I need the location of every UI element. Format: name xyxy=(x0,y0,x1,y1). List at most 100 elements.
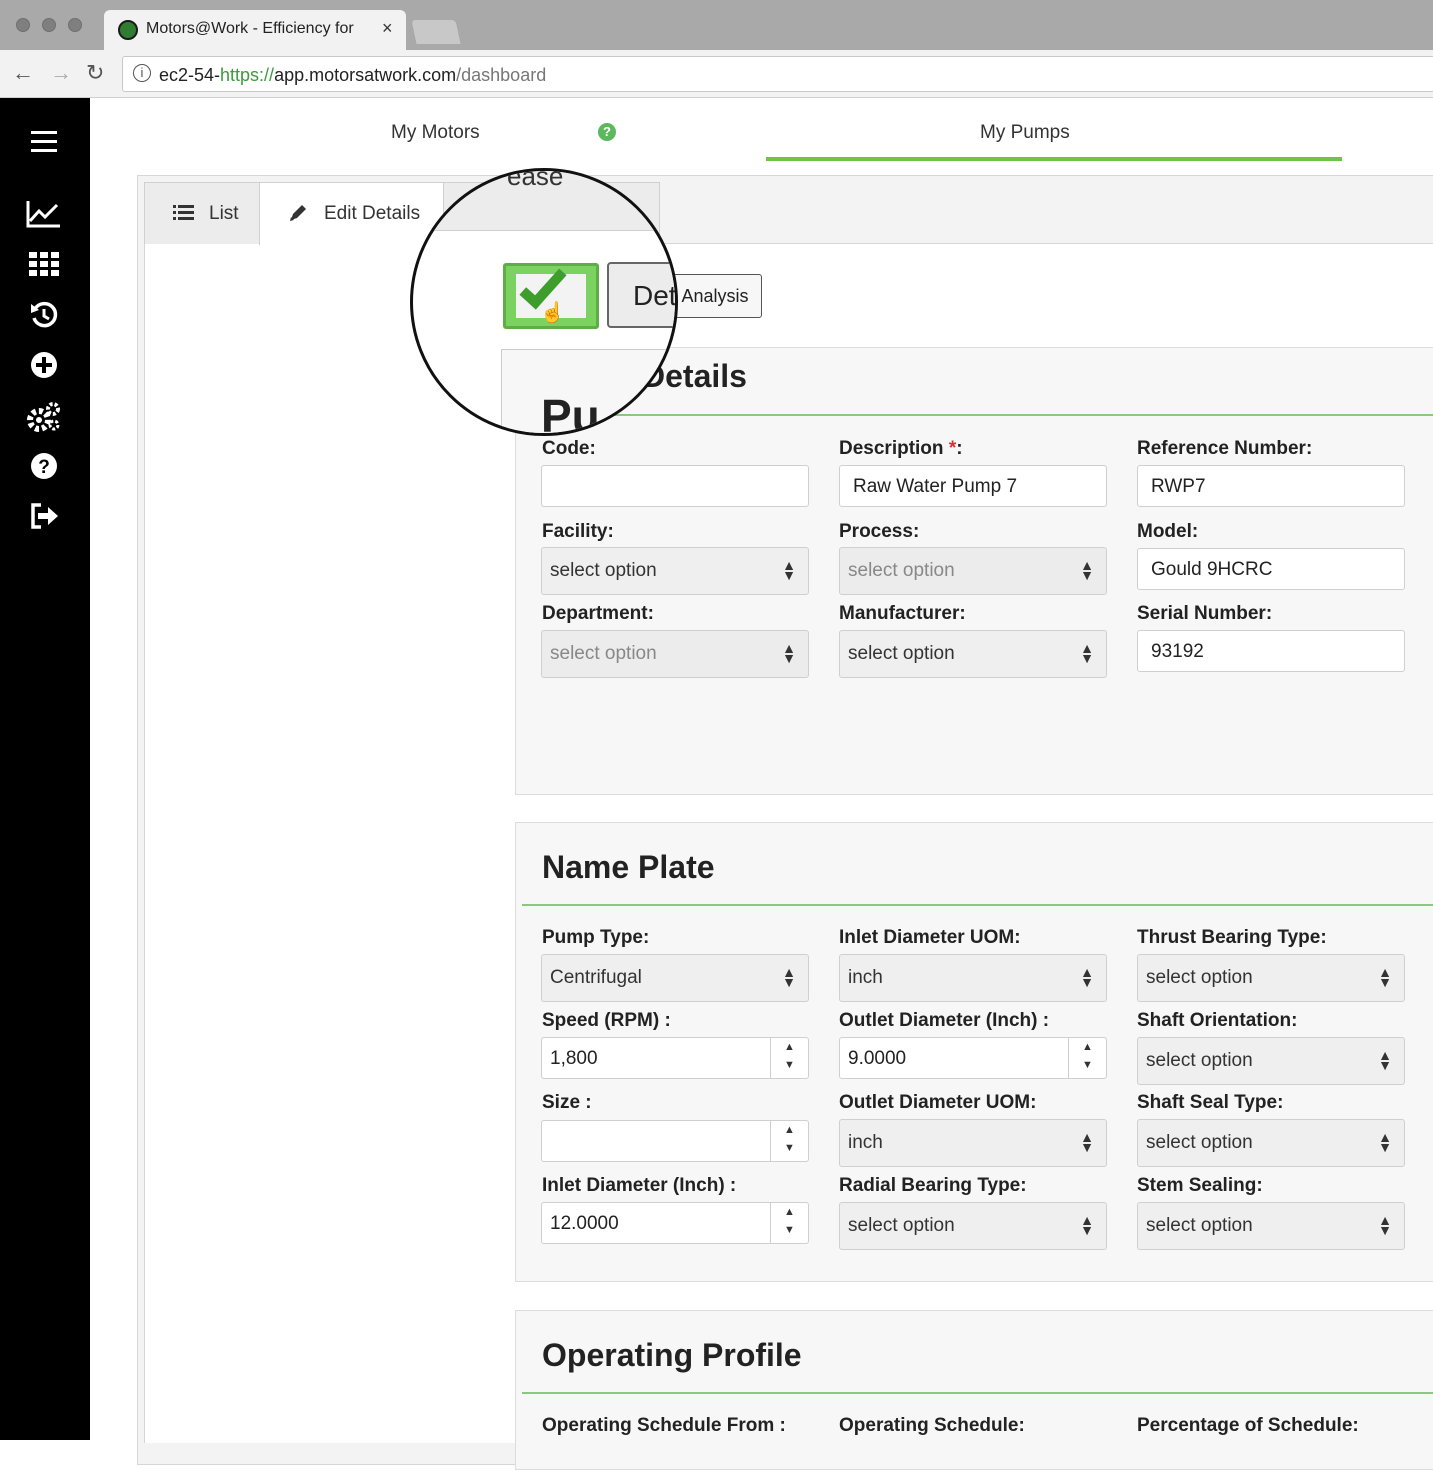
shaft-seal-select[interactable]: select option ▲ ▼ xyxy=(1137,1119,1405,1167)
menu-icon[interactable] xyxy=(26,128,62,164)
select-caret-icon: ▲ ▼ xyxy=(1378,964,1392,990)
history-icon[interactable] xyxy=(26,300,62,336)
serial-number-label: Serial Number: xyxy=(1137,603,1273,624)
shaft-orientation-label: Shaft Orientation: xyxy=(1137,1010,1298,1031)
code-input[interactable] xyxy=(541,465,809,507)
active-tab-underline xyxy=(766,157,1342,161)
grid-icon[interactable] xyxy=(26,250,62,286)
stem-sealing-label: Stem Sealing: xyxy=(1137,1175,1263,1196)
select-caret-icon: ▲ ▼ xyxy=(782,964,796,990)
reference-number-label: Reference Number: xyxy=(1137,438,1313,459)
new-tab-button[interactable] xyxy=(411,20,461,44)
manufacturer-label: Manufacturer: xyxy=(839,603,966,624)
section-divider xyxy=(522,1392,1433,1394)
analysis-button[interactable]: Analysis xyxy=(668,274,762,318)
url-path: /dashboard xyxy=(456,65,547,85)
add-icon[interactable] xyxy=(26,351,62,387)
percentage-schedule-label: Percentage of Schedule: xyxy=(1137,1415,1359,1436)
model-label: Model: xyxy=(1137,521,1199,542)
outlet-diameter-input[interactable]: 9.0000 ▲ ▼ xyxy=(839,1037,1107,1079)
hand-cursor-icon: ☝ xyxy=(540,302,565,324)
radial-bearing-value: select option xyxy=(848,1215,955,1236)
outlet-uom-select[interactable]: inch ▲ ▼ xyxy=(839,1119,1107,1167)
reload-icon[interactable]: ↻ xyxy=(86,60,104,86)
select-caret-icon: ▲ ▼ xyxy=(1378,1129,1392,1155)
window-close-dot[interactable] xyxy=(16,18,30,32)
radial-bearing-label: Radial Bearing Type: xyxy=(839,1175,1027,1196)
description-label-colon: : xyxy=(956,438,963,459)
manufacturer-value: select option xyxy=(848,643,955,664)
outlet-uom-label: Outlet Diameter UOM: xyxy=(839,1092,1037,1113)
help-icon[interactable]: ? xyxy=(26,452,62,488)
number-stepper[interactable]: ▲ ▼ xyxy=(770,1038,808,1078)
pump-type-label: Pump Type: xyxy=(542,927,650,948)
pump-type-value: Centrifugal xyxy=(550,967,642,988)
window-minimize-dot[interactable] xyxy=(42,18,56,32)
size-input[interactable]: ▲ ▼ xyxy=(541,1120,809,1162)
description-label-text: Description xyxy=(839,438,949,459)
browser-tabstrip: Motors@Work - Efficiency for × xyxy=(0,0,1433,50)
code-label: Code: xyxy=(542,438,596,459)
select-caret-icon: ▲ ▼ xyxy=(1080,964,1094,990)
select-caret-icon: ▲ ▼ xyxy=(1080,640,1094,666)
url-host: app.motorsatwork.com xyxy=(274,65,457,85)
back-arrow-icon[interactable]: ← xyxy=(12,60,34,86)
nav-my-pumps[interactable]: My Pumps xyxy=(980,122,1070,144)
window-zoom-dot[interactable] xyxy=(68,18,82,32)
number-stepper[interactable]: ▲ ▼ xyxy=(770,1203,808,1243)
process-select[interactable]: select option ▲ ▼ xyxy=(839,547,1107,595)
stem-sealing-select[interactable]: select option ▲ ▼ xyxy=(1137,1202,1405,1250)
inlet-diameter-value: 12.0000 xyxy=(550,1213,619,1234)
svg-text:?: ? xyxy=(38,457,50,478)
speed-input[interactable]: 1,800 ▲ ▼ xyxy=(541,1037,809,1079)
logout-icon[interactable] xyxy=(26,502,62,538)
reference-number-input[interactable]: RWP7 xyxy=(1137,465,1405,507)
inlet-diameter-input[interactable]: 12.0000 ▲ ▼ xyxy=(541,1202,809,1244)
outlet-diameter-value: 9.0000 xyxy=(848,1048,907,1069)
select-caret-icon: ▲ ▼ xyxy=(1080,557,1094,583)
facility-value: select option xyxy=(550,560,657,581)
inlet-uom-select[interactable]: inch ▲ ▼ xyxy=(839,954,1107,1002)
close-tab-icon[interactable]: × xyxy=(382,18,393,39)
browser-tab-active[interactable]: Motors@Work - Efficiency for × xyxy=(104,10,406,50)
number-stepper[interactable]: ▲ ▼ xyxy=(1068,1038,1106,1078)
site-info-icon[interactable]: i xyxy=(133,64,151,82)
inlet-uom-label: Inlet Diameter UOM: xyxy=(839,927,1021,948)
speed-value: 1,800 xyxy=(550,1048,598,1069)
number-stepper[interactable]: ▲ ▼ xyxy=(770,1121,808,1161)
magnified-details-button[interactable]: Det xyxy=(607,262,675,328)
inlet-uom-value: inch xyxy=(848,967,883,988)
serial-number-input[interactable]: 93192 xyxy=(1137,630,1405,672)
manufacturer-select[interactable]: select option ▲ ▼ xyxy=(839,630,1107,678)
stem-sealing-value: select option xyxy=(1146,1215,1253,1236)
thrust-bearing-label: Thrust Bearing Type: xyxy=(1137,927,1327,948)
shaft-seal-label: Shaft Seal Type: xyxy=(1137,1092,1284,1113)
address-bar[interactable]: i ec2-54-https://app.motorsatwork.com/da… xyxy=(122,56,1433,92)
nav-my-motors[interactable]: My Motors xyxy=(391,122,480,144)
select-caret-icon: ▲ ▼ xyxy=(782,557,796,583)
select-caret-icon: ▲ ▼ xyxy=(1378,1212,1392,1238)
tab-list[interactable]: List xyxy=(144,182,260,244)
url-scheme: https:// xyxy=(220,65,275,85)
chart-icon[interactable] xyxy=(26,199,62,235)
department-select[interactable]: select option ▲ ▼ xyxy=(541,630,809,678)
radial-bearing-select[interactable]: select option ▲ ▼ xyxy=(839,1202,1107,1250)
app-sidebar: ? xyxy=(0,98,90,1440)
shaft-orientation-select[interactable]: select option ▲ ▼ xyxy=(1137,1037,1405,1085)
description-input[interactable]: Raw Water Pump 7 xyxy=(839,465,1107,507)
pump-type-select[interactable]: Centrifugal ▲ ▼ xyxy=(541,954,809,1002)
description-label: Description *: xyxy=(839,438,963,460)
magnified-tab-text: ease xyxy=(507,168,564,191)
operating-profile-title: Operating Profile xyxy=(542,1337,802,1373)
facility-select[interactable]: select option ▲ ▼ xyxy=(541,547,809,595)
select-caret-icon: ▲ ▼ xyxy=(1378,1047,1392,1073)
thrust-bearing-select[interactable]: select option ▲ ▼ xyxy=(1137,954,1405,1002)
help-question-icon[interactable]: ? xyxy=(598,123,616,141)
forward-arrow-icon[interactable]: → xyxy=(50,60,72,86)
settings-icon[interactable] xyxy=(26,401,62,437)
browser-tab-title: Motors@Work - Efficiency for xyxy=(146,20,354,37)
outlet-uom-value: inch xyxy=(848,1132,883,1153)
model-input[interactable]: Gould 9HCRC xyxy=(1137,548,1405,590)
size-label: Size : xyxy=(542,1092,592,1113)
list-icon xyxy=(173,203,195,227)
